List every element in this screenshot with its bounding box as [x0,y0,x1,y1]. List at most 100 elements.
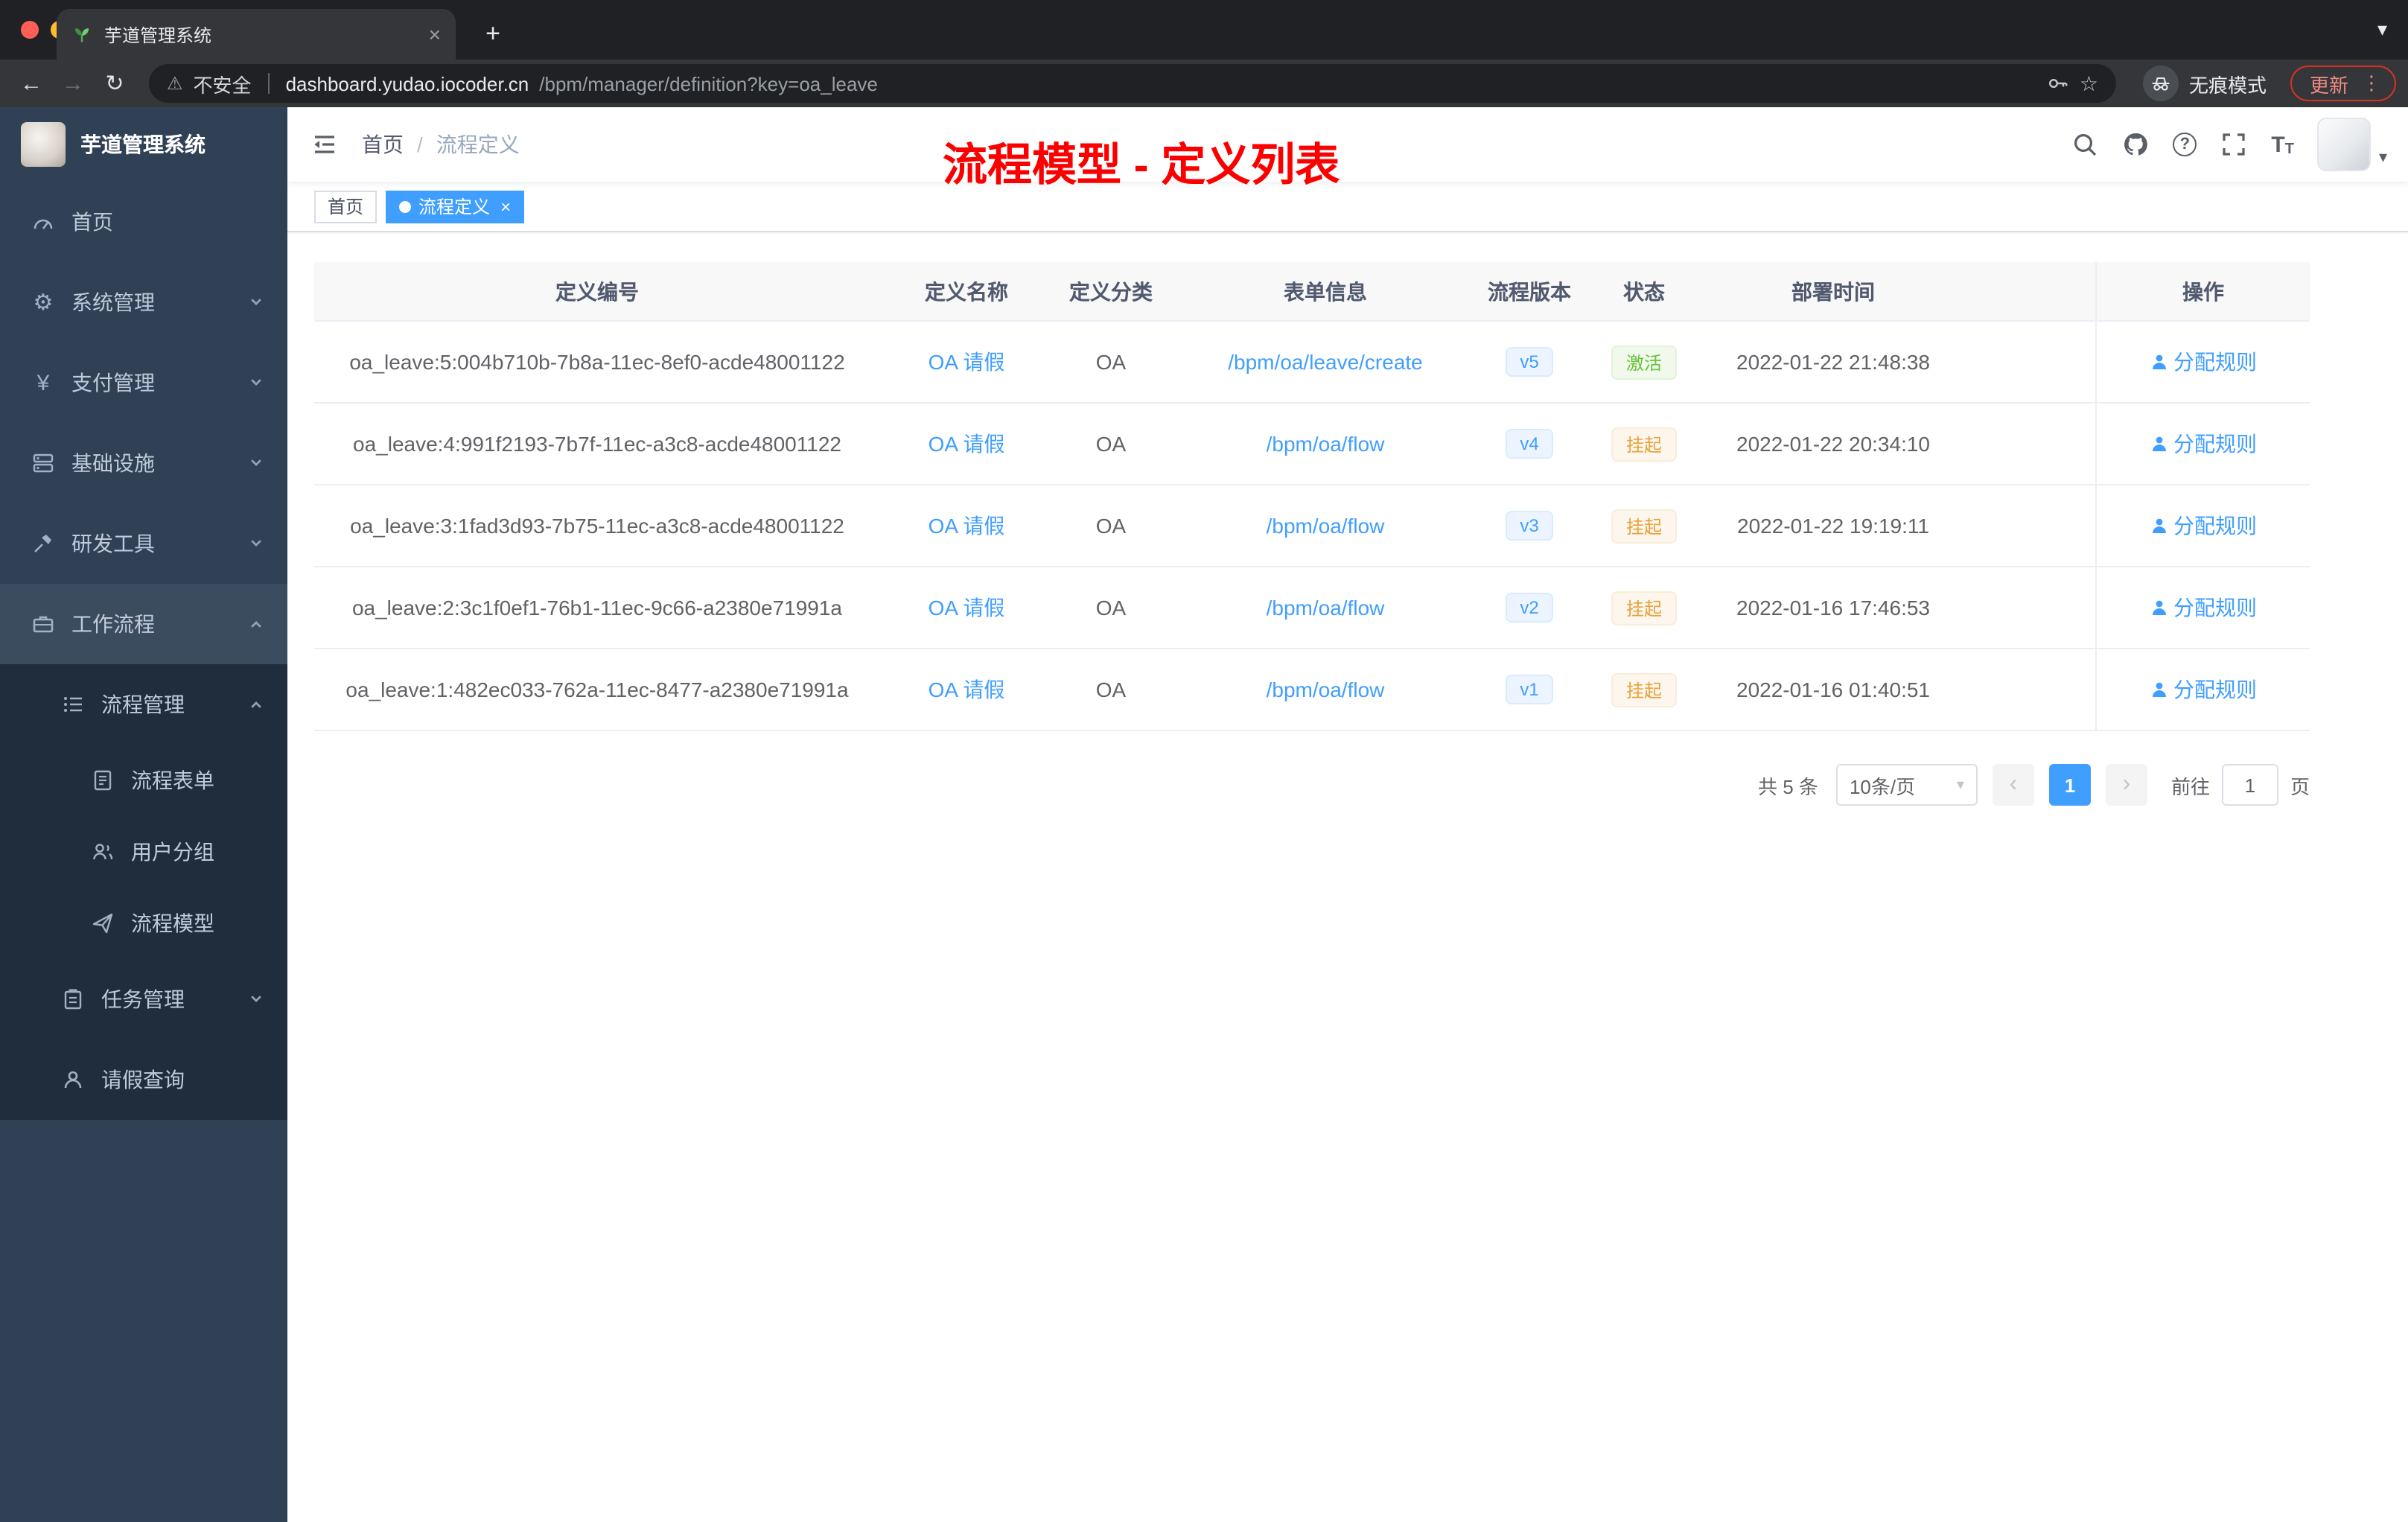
select-caret-icon: ▾ [1956,777,1964,793]
sidebar-item-system[interactable]: ⚙ 系统管理 [0,262,287,343]
definition-name-link[interactable]: OA 请假 [929,593,1005,623]
refresh-icon[interactable]: ↻ [95,70,134,97]
next-page-button[interactable]: › [2105,764,2147,806]
status-badge: 挂起 [1611,427,1677,461]
avatar[interactable] [2317,118,2372,171]
main-area: 流程模型 - 定义列表 首页 / 流程定义 ? T T ▾ 首页 流程定义 × … [287,107,2408,1522]
form-link[interactable]: /bpm/oa/flow [1267,514,1385,538]
assign-rule-button[interactable]: 分配规则 [2150,593,2257,623]
sidebar-item-infrastructure[interactable]: 基础设施 [0,423,287,503]
pagination-total: 共 5 条 [1758,775,1818,797]
browser-tab-strip: 芋道管理系统 × + ▾ [0,0,2408,60]
breadcrumb-home[interactable]: 首页 [362,130,404,159]
font-size-icon[interactable]: TT [2271,132,2294,157]
tab-search-chevron-icon[interactable]: ▾ [2377,18,2387,42]
definition-id: oa_leave:1:482ec033-762a-11ec-8477-a2380… [314,649,880,731]
column-header-spacer [1955,262,2095,322]
window-close-button[interactable] [21,21,39,39]
fullscreen-icon[interactable] [2220,131,2247,158]
definition-name-link[interactable]: OA 请假 [929,347,1005,377]
github-icon[interactable] [2122,131,2149,158]
version-tag[interactable]: v3 [1505,511,1554,541]
tab-close-icon[interactable]: × [429,22,441,46]
sidebar-item-devtools[interactable]: 研发工具 [0,503,287,584]
sidebar-item-task-management[interactable]: 任务管理 [0,959,287,1039]
chevron-down-icon [249,375,264,390]
navbar-actions: ? TT ▾ [2071,118,2387,171]
sidebar-item-process-form[interactable]: 流程表单 [0,745,287,816]
browser-tab[interactable]: 芋道管理系统 × [57,9,456,60]
update-label: 更新 [2309,74,2348,96]
prev-page-button[interactable]: ‹ [1992,764,2034,806]
tag-active-dot [399,200,412,212]
table-header-row: 定义编号 定义名称 定义分类 表单信息 流程版本 状态 部署时间 操作 [314,262,2310,322]
table-row: oa_leave:1:482ec033-762a-11ec-8477-a2380… [314,649,2310,731]
logo-title: 芋道管理系统 [80,133,206,156]
definition-name-link[interactable]: OA 请假 [929,429,1005,459]
forward-icon[interactable]: → [54,71,92,96]
user-menu[interactable]: ▾ [2317,118,2387,171]
chevron-down-icon [249,536,264,551]
goto-page-input[interactable] [2221,764,2278,806]
version-tag[interactable]: v1 [1505,675,1554,704]
definition-name-link[interactable]: OA 请假 [929,511,1005,541]
search-icon[interactable] [2071,131,2098,158]
security-label[interactable]: 不安全 [194,69,252,98]
version-tag[interactable]: v2 [1505,593,1554,623]
bookmark-star-icon[interactable]: ☆ [2080,71,2098,96]
sidebar-logo[interactable]: 芋道管理系统 [0,107,287,182]
user-menu-caret-icon: ▾ [2378,149,2387,167]
sidebar-menu: 首页 ⚙ 系统管理 ¥ 支付管理 基础设施 研发工具 工作流程 流程管理 流程表… [0,182,287,1120]
logo-avatar [21,122,66,167]
deploy-time: 2022-01-16 17:46:53 [1711,567,1955,649]
top-navbar: 首页 / 流程定义 ? TT ▾ [287,107,2408,182]
page-number-1[interactable]: 1 [2048,764,2091,806]
back-icon[interactable]: ← [12,71,51,96]
definition-table: 定义编号 定义名称 定义分类 表单信息 流程版本 状态 部署时间 操作 oa_l… [314,262,2310,806]
page-size-select[interactable]: 10条/页 ▾ [1835,764,1978,806]
tag-home[interactable]: 首页 [314,190,378,223]
definition-name-link[interactable]: OA 请假 [929,675,1005,704]
column-header-status: 状态 [1577,262,1711,322]
browser-menu-kebab-icon[interactable]: ⋮ [2362,71,2381,95]
address-bar[interactable]: ⚠ 不安全 dashboard.yudao.iocoder.cn/bpm/man… [149,64,2116,103]
help-icon[interactable]: ? [2173,133,2197,156]
form-link[interactable]: /bpm/oa/leave/create [1228,350,1423,374]
goto-unit: 页 [2290,775,2310,797]
sidebar-item-process-model[interactable]: 流程模型 [0,888,287,959]
password-key-icon[interactable] [2048,73,2069,94]
tag-close-icon[interactable]: × [500,196,511,217]
briefcase-icon [27,612,60,636]
assign-rule-button[interactable]: 分配规则 [2150,347,2257,377]
person-icon [2150,599,2167,617]
form-link[interactable]: /bpm/oa/flow [1267,596,1385,620]
table-row: oa_leave:4:991f2193-7b7f-11ec-a3c8-acde4… [314,404,2310,485]
tag-process-definition[interactable]: 流程定义 × [386,190,525,223]
gear-icon: ⚙ [33,290,54,315]
url-path: /bpm/manager/definition?key=oa_leave [539,72,878,95]
sidebar-item-process-management[interactable]: 流程管理 [0,664,287,745]
sidebar-item-payment[interactable]: ¥ 支付管理 [0,343,287,423]
sidebar-item-home[interactable]: 首页 [0,182,287,262]
form-link[interactable]: /bpm/oa/flow [1267,432,1385,456]
version-tag[interactable]: v5 [1505,347,1554,377]
table-row: oa_leave:2:3c1f0ef1-76b1-11ec-9c66-a2380… [314,567,2310,649]
table-row: oa_leave:5:004b710b-7b8a-11ec-8ef0-acde4… [314,322,2310,404]
sidebar-item-workflow[interactable]: 工作流程 [0,584,287,664]
chrome-update-button[interactable]: 更新 ⋮ [2290,66,2396,101]
new-tab-button[interactable]: + [474,15,512,54]
sidebar-item-user-group[interactable]: 用户分组 [0,816,287,888]
deploy-time: 2022-01-22 19:19:11 [1711,485,1955,567]
chevron-up-icon [249,617,264,631]
form-link[interactable]: /bpm/oa/flow [1267,678,1385,701]
definition-id: oa_leave:5:004b710b-7b8a-11ec-8ef0-acde4… [314,322,880,404]
assign-rule-button[interactable]: 分配规则 [2150,511,2257,541]
assign-rule-button[interactable]: 分配规则 [2150,429,2257,459]
sidebar-toggle-icon[interactable] [311,131,338,158]
version-tag[interactable]: v4 [1505,429,1554,459]
incognito-indicator: 无痕模式 [2142,66,2267,101]
sidebar-item-leave-query[interactable]: 请假查询 [0,1039,287,1120]
tab-title: 芋道管理系统 [104,25,212,45]
chevron-down-icon [249,295,264,310]
assign-rule-button[interactable]: 分配规则 [2150,675,2257,704]
